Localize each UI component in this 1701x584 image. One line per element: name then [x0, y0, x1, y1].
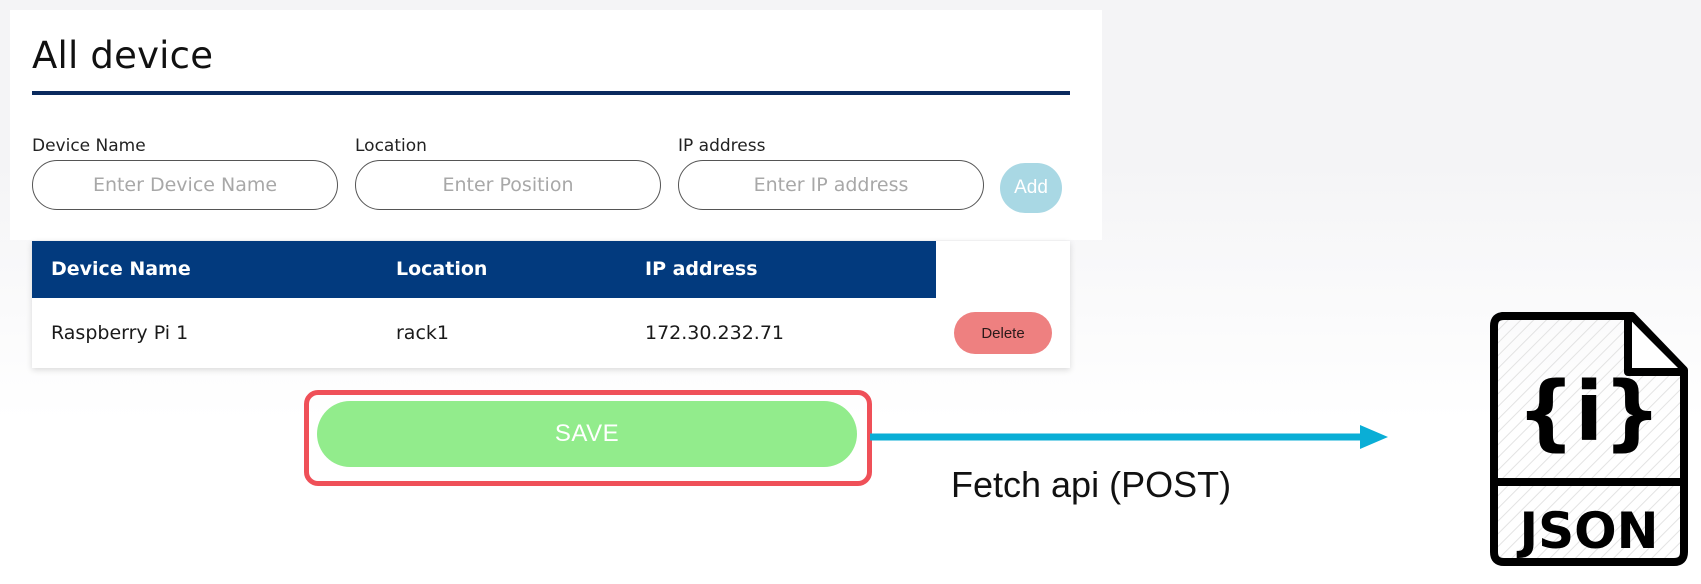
save-button[interactable]: SAVE	[317, 401, 857, 467]
json-label: JSON	[1517, 502, 1659, 560]
title-divider	[32, 91, 1070, 95]
cell-device-name: Raspberry Pi 1	[51, 322, 189, 344]
column-header-device-name: Device Name	[51, 258, 191, 280]
cell-ip-address: 172.30.232.71	[645, 322, 785, 344]
fetch-api-caption: Fetch api (POST)	[951, 464, 1232, 505]
json-symbol: {i}	[1517, 365, 1662, 460]
table-header: Device Name Location IP address	[32, 241, 936, 298]
location-input[interactable]	[355, 160, 661, 210]
delete-button[interactable]: Delete	[954, 312, 1052, 354]
device-table: Device Name Location IP address Raspberr…	[32, 241, 1070, 368]
device-name-label: Device Name	[32, 136, 146, 156]
arrow-right-icon	[870, 425, 1388, 449]
json-file-icon: {i} JSON	[1490, 312, 1688, 566]
column-header-location: Location	[396, 258, 488, 280]
column-header-ip-address: IP address	[645, 258, 758, 280]
ip-address-input[interactable]	[678, 160, 984, 210]
cell-location: rack1	[396, 322, 449, 344]
location-label: Location	[355, 136, 427, 156]
page-title: All device	[32, 34, 214, 77]
device-name-input[interactable]	[32, 160, 338, 210]
ip-address-label: IP address	[678, 136, 766, 156]
add-device-button[interactable]: Add	[1000, 163, 1062, 213]
